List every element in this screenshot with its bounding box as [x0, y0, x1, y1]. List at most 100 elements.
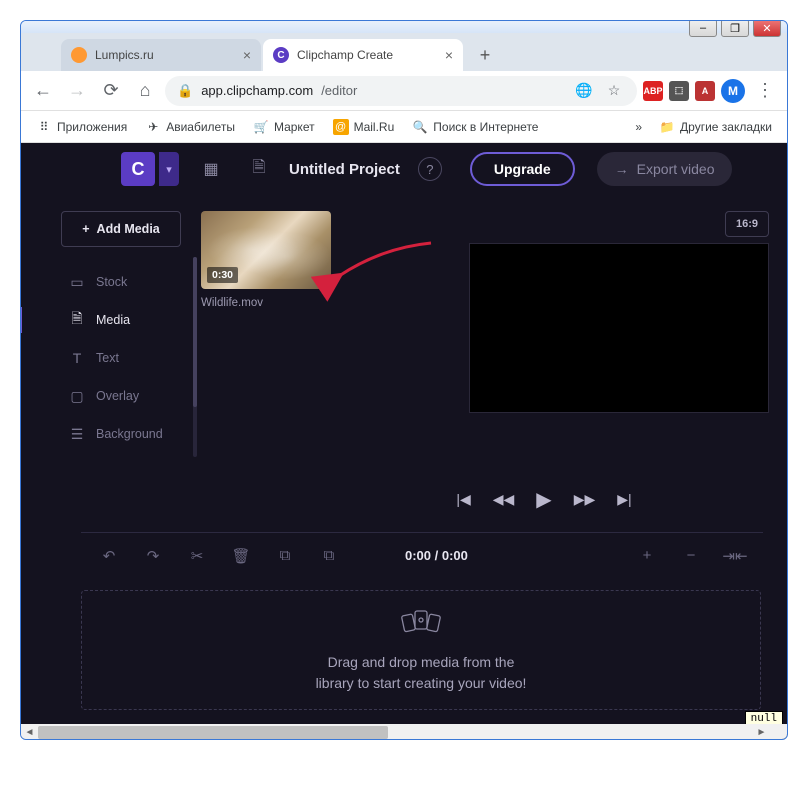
- window-minimize-button[interactable]: –: [689, 20, 717, 37]
- paste-button[interactable]: ⧉: [311, 541, 347, 571]
- tab-title: Clipchamp Create: [297, 48, 393, 62]
- plane-icon: ✈: [145, 119, 161, 135]
- apps-button[interactable]: ⠿Приложения: [29, 116, 134, 138]
- text-icon: T: [69, 350, 85, 366]
- mail-icon: @: [333, 119, 349, 135]
- bookmarks-bar: ⠿Приложения ✈Авиабилеты 🛒Маркет @Mail.Ru…: [21, 111, 787, 143]
- timeline-dropzone[interactable]: Drag and drop media from the library to …: [81, 590, 761, 710]
- tab-close-button[interactable]: ×: [445, 47, 453, 63]
- other-bookmarks-button[interactable]: 📁Другие закладки: [652, 116, 779, 138]
- extension-icon[interactable]: ⬚: [669, 81, 689, 101]
- dropzone-icon: [399, 607, 443, 642]
- window-maximize-button[interactable]: ❐: [721, 20, 749, 37]
- video-icon[interactable]: ▦: [195, 153, 227, 185]
- background-icon: ☰: [69, 426, 85, 443]
- profile-avatar[interactable]: M: [721, 79, 745, 103]
- tab-clipchamp[interactable]: C Clipchamp Create ×: [263, 39, 463, 71]
- reload-button[interactable]: ⟳: [97, 77, 125, 105]
- media-icon: 🗎: [69, 308, 85, 332]
- app-header: C ▾ ▦ 🗎 Untitled Project ? Upgrade →Expo…: [21, 143, 787, 195]
- address-bar[interactable]: 🔒 app.clipchamp.com/editor 🌐 ☆: [165, 76, 637, 106]
- zoom-out-button[interactable]: −: [673, 541, 709, 571]
- help-button[interactable]: ?: [418, 157, 442, 181]
- favicon-icon: [71, 47, 87, 63]
- folder-icon: 📁: [659, 119, 675, 135]
- plus-icon: +: [82, 222, 89, 236]
- export-button[interactable]: →Export video: [597, 152, 733, 186]
- fit-button[interactable]: ⇥⇤: [717, 541, 753, 571]
- copy-button[interactable]: ⧉: [267, 541, 303, 571]
- browser-menu-button[interactable]: ⋮: [751, 77, 779, 105]
- window-titlebar: – ❐ ✕: [21, 21, 787, 33]
- new-tab-button[interactable]: +: [471, 41, 499, 69]
- scrollbar-corner: [770, 724, 787, 740]
- scroll-left-button[interactable]: ◄: [21, 724, 38, 740]
- rewind-button[interactable]: ◀◀: [493, 491, 515, 508]
- forward-button[interactable]: →: [63, 77, 91, 105]
- upgrade-button[interactable]: Upgrade: [470, 152, 575, 186]
- media-duration: 0:30: [207, 267, 238, 283]
- sidebar-item-stock[interactable]: ▭Stock: [61, 265, 181, 299]
- scroll-right-button[interactable]: ►: [753, 724, 770, 740]
- search-icon: 🔍: [412, 119, 428, 135]
- skip-start-button[interactable]: |◀: [456, 491, 470, 508]
- bookmark-item[interactable]: 🔍Поиск в Интернете: [405, 116, 545, 138]
- lock-icon: 🔒: [177, 83, 193, 99]
- favicon-icon: C: [273, 47, 289, 63]
- file-icon[interactable]: 🗎: [243, 153, 275, 185]
- sidebar: +Add Media ▭Stock 🗎Media TText ▢Overlay …: [61, 211, 181, 475]
- undo-button[interactable]: ↶: [91, 541, 127, 571]
- aspect-ratio-button[interactable]: 16:9: [725, 211, 769, 237]
- tab-close-button[interactable]: ×: [243, 47, 251, 63]
- split-button[interactable]: ✂: [179, 541, 215, 571]
- bookmark-item[interactable]: @Mail.Ru: [326, 116, 402, 138]
- sidebar-item-text[interactable]: TText: [61, 341, 181, 375]
- play-button[interactable]: ▶: [536, 487, 551, 512]
- stock-icon: ▭: [69, 274, 85, 291]
- media-library: 0:30 Wildlife.mov: [201, 211, 351, 475]
- delete-button[interactable]: 🗑: [223, 541, 259, 571]
- url-host: app.clipchamp.com: [201, 83, 313, 98]
- media-filename: Wildlife.mov: [201, 297, 351, 309]
- url-path: /editor: [321, 83, 357, 98]
- bookmark-item[interactable]: ✈Авиабилеты: [138, 116, 242, 138]
- adblock-extension-icon[interactable]: ABP: [643, 81, 663, 101]
- back-button[interactable]: ←: [29, 77, 57, 105]
- tab-title: Lumpics.ru: [95, 48, 154, 62]
- horizontal-scrollbar[interactable]: ◄ ►: [21, 724, 770, 740]
- bookmark-item[interactable]: 🛒Маркет: [246, 116, 322, 138]
- browser-toolbar: ← → ⟳ ⌂ 🔒 app.clipchamp.com/editor 🌐 ☆ A…: [21, 71, 787, 111]
- app-content: C ▾ ▦ 🗎 Untitled Project ? Upgrade →Expo…: [21, 143, 787, 740]
- media-thumbnail[interactable]: 0:30: [201, 211, 331, 289]
- translate-icon[interactable]: 🌐: [573, 80, 595, 102]
- sidebar-item-overlay[interactable]: ▢Overlay: [61, 379, 181, 413]
- bookmark-star-icon[interactable]: ☆: [603, 80, 625, 102]
- cart-icon: 🛒: [253, 119, 269, 135]
- fast-forward-button[interactable]: ▶▶: [574, 491, 596, 508]
- sidebar-item-media[interactable]: 🗎Media: [61, 303, 181, 337]
- tab-lumpics[interactable]: Lumpics.ru ×: [61, 39, 261, 71]
- zoom-in-button[interactable]: +: [629, 541, 665, 571]
- skip-end-button[interactable]: ▶|: [617, 491, 631, 508]
- video-preview[interactable]: [469, 243, 769, 413]
- apps-icon: ⠿: [36, 119, 52, 135]
- add-media-button[interactable]: +Add Media: [61, 211, 181, 247]
- logo-dropdown[interactable]: ▾: [159, 152, 179, 186]
- player-controls: |◀ ◀◀ ▶ ▶▶ ▶|: [301, 483, 787, 524]
- home-button[interactable]: ⌂: [131, 77, 159, 105]
- time-display: 0:00 / 0:00: [385, 548, 621, 563]
- bookmark-overflow-button[interactable]: »: [635, 120, 642, 134]
- overlay-icon: ▢: [69, 388, 85, 405]
- redo-button[interactable]: ↷: [135, 541, 171, 571]
- scrollbar-thumb[interactable]: [38, 726, 388, 739]
- app-logo[interactable]: C: [121, 152, 155, 186]
- window-close-button[interactable]: ✕: [753, 20, 781, 37]
- browser-tabs: Lumpics.ru × C Clipchamp Create × +: [21, 33, 787, 71]
- extension-icon[interactable]: A: [695, 81, 715, 101]
- sidebar-scrollbar-thumb[interactable]: [193, 257, 197, 407]
- sidebar-item-background[interactable]: ☰Background: [61, 417, 181, 451]
- export-icon: →: [615, 161, 629, 177]
- project-title[interactable]: Untitled Project: [289, 161, 400, 178]
- timeline-toolbar: ↶ ↷ ✂ 🗑 ⧉ ⧉ 0:00 / 0:00 + − ⇥⇤: [81, 532, 763, 578]
- dropzone-text: Drag and drop media from the library to …: [316, 652, 527, 694]
